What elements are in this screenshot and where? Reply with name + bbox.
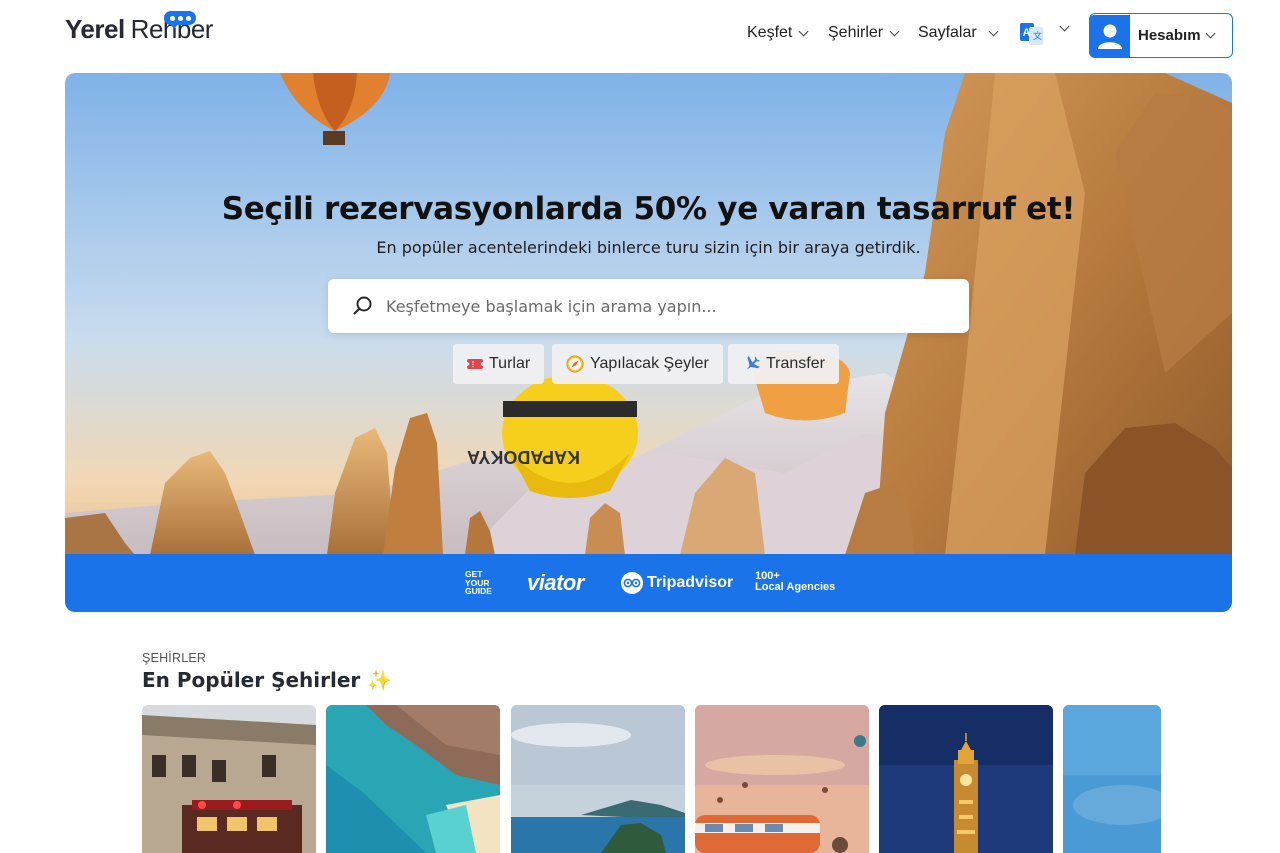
- city-image: [142, 705, 316, 853]
- ticket-icon: [467, 358, 483, 370]
- city-image: [326, 705, 500, 853]
- account-label: Hesabım: [1138, 27, 1201, 44]
- hero-subtitle: En popüler acentelerindeki binlerce turu…: [376, 238, 921, 257]
- nav-item-label: Keşfet: [747, 24, 793, 41]
- local-agencies-text: Local Agencies: [755, 581, 836, 593]
- nav-item-sayfalar[interactable]: Sayfalar: [918, 24, 999, 42]
- search-icon: [353, 296, 372, 315]
- chevron-down-icon: [889, 26, 900, 36]
- tripadvisor-text: Tripadvisor: [647, 574, 734, 591]
- partner-logos-bar: GET YOUR GUIDE viator Tripadvisor 100+ L…: [65, 554, 1232, 612]
- compass-icon: [566, 355, 584, 373]
- chevron-down-icon: [1205, 28, 1215, 39]
- search-input[interactable]: [386, 296, 946, 316]
- svg-text:文: 文: [1033, 30, 1042, 42]
- chip-label: Transfer: [766, 355, 825, 372]
- chip-yapilacak-seyler[interactable]: Yapılacak Şeyler: [552, 344, 723, 384]
- section-title: En Popüler Şehirler ✨: [142, 668, 393, 692]
- city-card[interactable]: [142, 705, 316, 853]
- getyourguide-logo: GET YOUR GUIDE: [465, 570, 492, 596]
- chip-transfer[interactable]: Transfer: [728, 344, 839, 384]
- tripadvisor-owl-icon: [621, 572, 643, 594]
- account-button[interactable]: Hesabım: [1089, 13, 1233, 58]
- hero-banner: KAPADOKYA Seçili rezervasyonlarda 50% ye…: [65, 73, 1232, 612]
- nav-item-kesfet[interactable]: Keşfet: [747, 24, 809, 42]
- city-card[interactable]: [695, 705, 869, 853]
- chip-turlar[interactable]: Turlar: [453, 344, 545, 384]
- chip-label: Turlar: [489, 355, 531, 372]
- viator-logo: viator: [527, 570, 584, 595]
- gyg-line-3: GUIDE: [465, 586, 492, 596]
- city-image: [695, 705, 869, 853]
- hero-search-box[interactable]: [328, 279, 969, 333]
- city-card[interactable]: [879, 705, 1053, 853]
- language-chevron-down-icon[interactable]: [1059, 21, 1070, 32]
- city-card[interactable]: [511, 705, 685, 853]
- section-eyebrow: ŞEHİRLER: [142, 651, 207, 665]
- chevron-down-icon: [798, 26, 809, 36]
- nav-item-sehirler[interactable]: Şehirler: [828, 24, 900, 42]
- nav-item-label: Şehirler: [828, 24, 884, 41]
- local-agencies-logo: 100+ Local Agencies: [755, 571, 835, 593]
- tripadvisor-logo: Tripadvisor: [621, 572, 733, 594]
- city-card[interactable]: [326, 705, 500, 853]
- svg-text:KAPADOKYA: KAPADOKYA: [467, 447, 580, 467]
- site-header: Yerel Rehber Keşfet Şehirler Sayfalar A …: [0, 0, 1280, 70]
- logo-chat-bubble-icon: [164, 11, 196, 29]
- hero-title: Seçili rezervasyonlarda 50% ye varan tas…: [221, 191, 1076, 227]
- translate-icon[interactable]: A 文: [1020, 23, 1044, 45]
- city-image: [1063, 705, 1161, 853]
- chevron-down-icon: [988, 26, 999, 36]
- logo-text-primary: Yerel: [65, 14, 125, 44]
- city-card[interactable]: [1063, 705, 1161, 853]
- user-icon: [1090, 14, 1130, 57]
- svg-text:A: A: [1023, 27, 1031, 39]
- chip-label: Yapılacak Şeyler: [590, 355, 709, 372]
- nav-item-label: Sayfalar: [918, 24, 977, 41]
- city-image: [511, 705, 685, 853]
- city-image: [879, 705, 1053, 853]
- airplane-icon: [742, 355, 760, 373]
